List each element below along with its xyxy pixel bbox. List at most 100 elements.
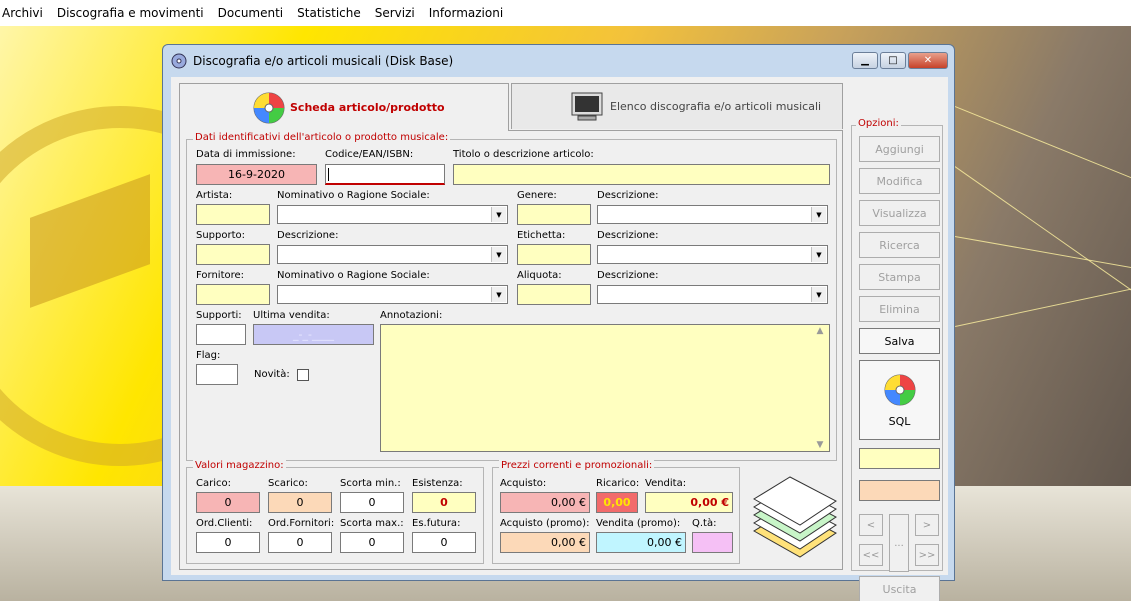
ultima-vendita-field[interactable]: _-_-____ bbox=[253, 324, 374, 345]
fornitore-nom-label: Nominativo o Ragione Sociale: bbox=[277, 270, 430, 281]
fornitore-combo[interactable]: ▼ bbox=[277, 285, 508, 304]
menu-statistiche[interactable]: Statistiche bbox=[297, 6, 361, 20]
acqpromo-label: Acquisto (promo): bbox=[500, 518, 590, 529]
menu-bar: Archivi Discografia e movimenti Document… bbox=[0, 0, 1131, 26]
esistenza-label: Esistenza: bbox=[412, 478, 463, 489]
menu-documenti[interactable]: Documenti bbox=[218, 6, 284, 20]
etichetta-combo[interactable]: ▼ bbox=[597, 245, 828, 264]
esistenza-field[interactable]: 0 bbox=[412, 492, 476, 513]
etichetta-code-field[interactable] bbox=[517, 244, 591, 265]
close-icon: ✕ bbox=[923, 55, 933, 66]
elimina-button[interactable]: Elimina bbox=[859, 296, 940, 322]
stampa-button[interactable]: Stampa bbox=[859, 264, 940, 290]
vendita-field[interactable]: 0,00 € bbox=[645, 492, 733, 513]
salva-button[interactable]: Salva bbox=[859, 328, 940, 354]
chevron-down-icon: ▼ bbox=[491, 247, 506, 262]
genere-code-field[interactable] bbox=[517, 204, 591, 225]
carico-field[interactable]: 0 bbox=[196, 492, 260, 513]
novita-checkbox[interactable] bbox=[297, 369, 309, 381]
sql-button[interactable]: SQL bbox=[859, 360, 940, 440]
aliquota-combo[interactable]: ▼ bbox=[597, 285, 828, 304]
scroll-down-icon: ▼ bbox=[816, 440, 824, 450]
minimize-icon: ▁ bbox=[861, 55, 869, 66]
ordcli-field[interactable]: 0 bbox=[196, 532, 260, 553]
artista-combo[interactable]: ▼ bbox=[277, 205, 508, 224]
scortamax-label: Scorta max.: bbox=[340, 518, 404, 529]
nav-first-button[interactable]: << bbox=[859, 544, 883, 566]
flag-label: Flag: bbox=[196, 350, 221, 361]
scortamin-field[interactable]: 0 bbox=[340, 492, 404, 513]
window-client: Scheda articolo/prodotto Elenco discogra… bbox=[171, 77, 948, 601]
genere-label: Genere: bbox=[517, 190, 557, 201]
ordforn-field[interactable]: 0 bbox=[268, 532, 332, 553]
carico-label: Carico: bbox=[196, 478, 231, 489]
ray-decoration bbox=[955, 271, 1131, 327]
esfutura-field[interactable]: 0 bbox=[412, 532, 476, 553]
fornitore-code-field[interactable] bbox=[196, 284, 270, 305]
ricarico-field[interactable]: 0,00 bbox=[596, 492, 638, 513]
uscita-button[interactable]: Uscita bbox=[859, 576, 940, 601]
genere-combo[interactable]: ▼ bbox=[597, 205, 828, 224]
nav-prev-button[interactable]: < bbox=[859, 514, 883, 536]
monitor-icon bbox=[571, 92, 603, 120]
magazzino-legend: Valori magazzino: bbox=[193, 460, 286, 471]
nav-record-button[interactable]: ... bbox=[889, 514, 909, 572]
supporto-combo[interactable]: ▼ bbox=[277, 245, 508, 264]
close-button[interactable]: ✕ bbox=[908, 52, 948, 69]
artista-code-field[interactable] bbox=[196, 204, 270, 225]
codice-field[interactable] bbox=[325, 164, 445, 185]
menu-archivi[interactable]: Archivi bbox=[2, 6, 43, 20]
ricerca-button[interactable]: Ricerca bbox=[859, 232, 940, 258]
tab-elenco[interactable]: Elenco discografia e/o articoli musicali bbox=[511, 83, 843, 129]
scroll-up-icon: ▲ bbox=[816, 326, 824, 336]
aliquota-code-field[interactable] bbox=[517, 284, 591, 305]
data-immissione-field[interactable]: 16-9-2020 bbox=[196, 164, 317, 185]
status-field-yellow bbox=[859, 448, 940, 469]
nav-next-button[interactable]: > bbox=[915, 514, 939, 536]
nav-last-button[interactable]: >> bbox=[915, 544, 939, 566]
chevron-down-icon: ▼ bbox=[811, 287, 826, 302]
opzioni-panel: Opzioni: Aggiungi Modifica Visualizza Ri… bbox=[851, 118, 943, 601]
supporti-field[interactable] bbox=[196, 324, 246, 345]
flag-field[interactable] bbox=[196, 364, 238, 385]
vendpromo-field[interactable]: 0,00 € bbox=[596, 532, 686, 553]
scarico-field[interactable]: 0 bbox=[268, 492, 332, 513]
annotazioni-textarea[interactable]: ▲ ▼ bbox=[380, 324, 830, 452]
maximize-button[interactable]: □ bbox=[880, 52, 906, 69]
artista-nom-label: Nominativo o Ragione Sociale: bbox=[277, 190, 430, 201]
chevron-down-icon: ▼ bbox=[811, 247, 826, 262]
menu-discografia[interactable]: Discografia e movimenti bbox=[57, 6, 204, 20]
minimize-button[interactable]: ▁ bbox=[852, 52, 878, 69]
titolo-field[interactable] bbox=[453, 164, 830, 185]
modifica-button[interactable]: Modifica bbox=[859, 168, 940, 194]
aliquota-desc-label: Descrizione: bbox=[597, 270, 659, 281]
acqpromo-field[interactable]: 0,00 € bbox=[500, 532, 590, 553]
menu-informazioni[interactable]: Informazioni bbox=[429, 6, 503, 20]
etichetta-desc-label: Descrizione: bbox=[597, 230, 659, 241]
chevron-down-icon: ▼ bbox=[811, 207, 826, 222]
genere-desc-label: Descrizione: bbox=[597, 190, 659, 201]
menu-servizi[interactable]: Servizi bbox=[375, 6, 415, 20]
cd-icon bbox=[884, 374, 915, 405]
chevron-down-icon: ▼ bbox=[491, 287, 506, 302]
tab-scheda[interactable]: Scheda articolo/prodotto bbox=[179, 83, 509, 131]
ricarico-label: Ricarico: bbox=[596, 478, 640, 489]
main-window: Discografia e/o articoli musicali (Disk … bbox=[162, 44, 955, 601]
acquisto-field[interactable]: 0,00 € bbox=[500, 492, 590, 513]
qta-field[interactable] bbox=[692, 532, 733, 553]
annotazioni-scrollbar[interactable]: ▲ ▼ bbox=[812, 326, 828, 450]
aggiungi-button[interactable]: Aggiungi bbox=[859, 136, 940, 162]
visualizza-button[interactable]: Visualizza bbox=[859, 200, 940, 226]
scheda-panel: Dati identificativi dell'articolo o prod… bbox=[179, 130, 843, 570]
window-titlebar[interactable]: Discografia e/o articoli musicali (Disk … bbox=[163, 45, 954, 77]
vendita-label: Vendita: bbox=[645, 478, 687, 489]
disc-icon bbox=[171, 53, 187, 69]
supporto-code-field[interactable] bbox=[196, 244, 270, 265]
opzioni-legend: Opzioni: bbox=[856, 118, 901, 129]
magazzino-group: Valori magazzino: Carico: 0 Scarico: 0 S… bbox=[186, 460, 484, 564]
scortamin-label: Scorta min.: bbox=[340, 478, 401, 489]
qta-label: Q.tà: bbox=[692, 518, 717, 529]
tab-scheda-label: Scheda articolo/prodotto bbox=[290, 101, 445, 114]
scortamax-field[interactable]: 0 bbox=[340, 532, 404, 553]
maximize-icon: □ bbox=[888, 55, 898, 66]
